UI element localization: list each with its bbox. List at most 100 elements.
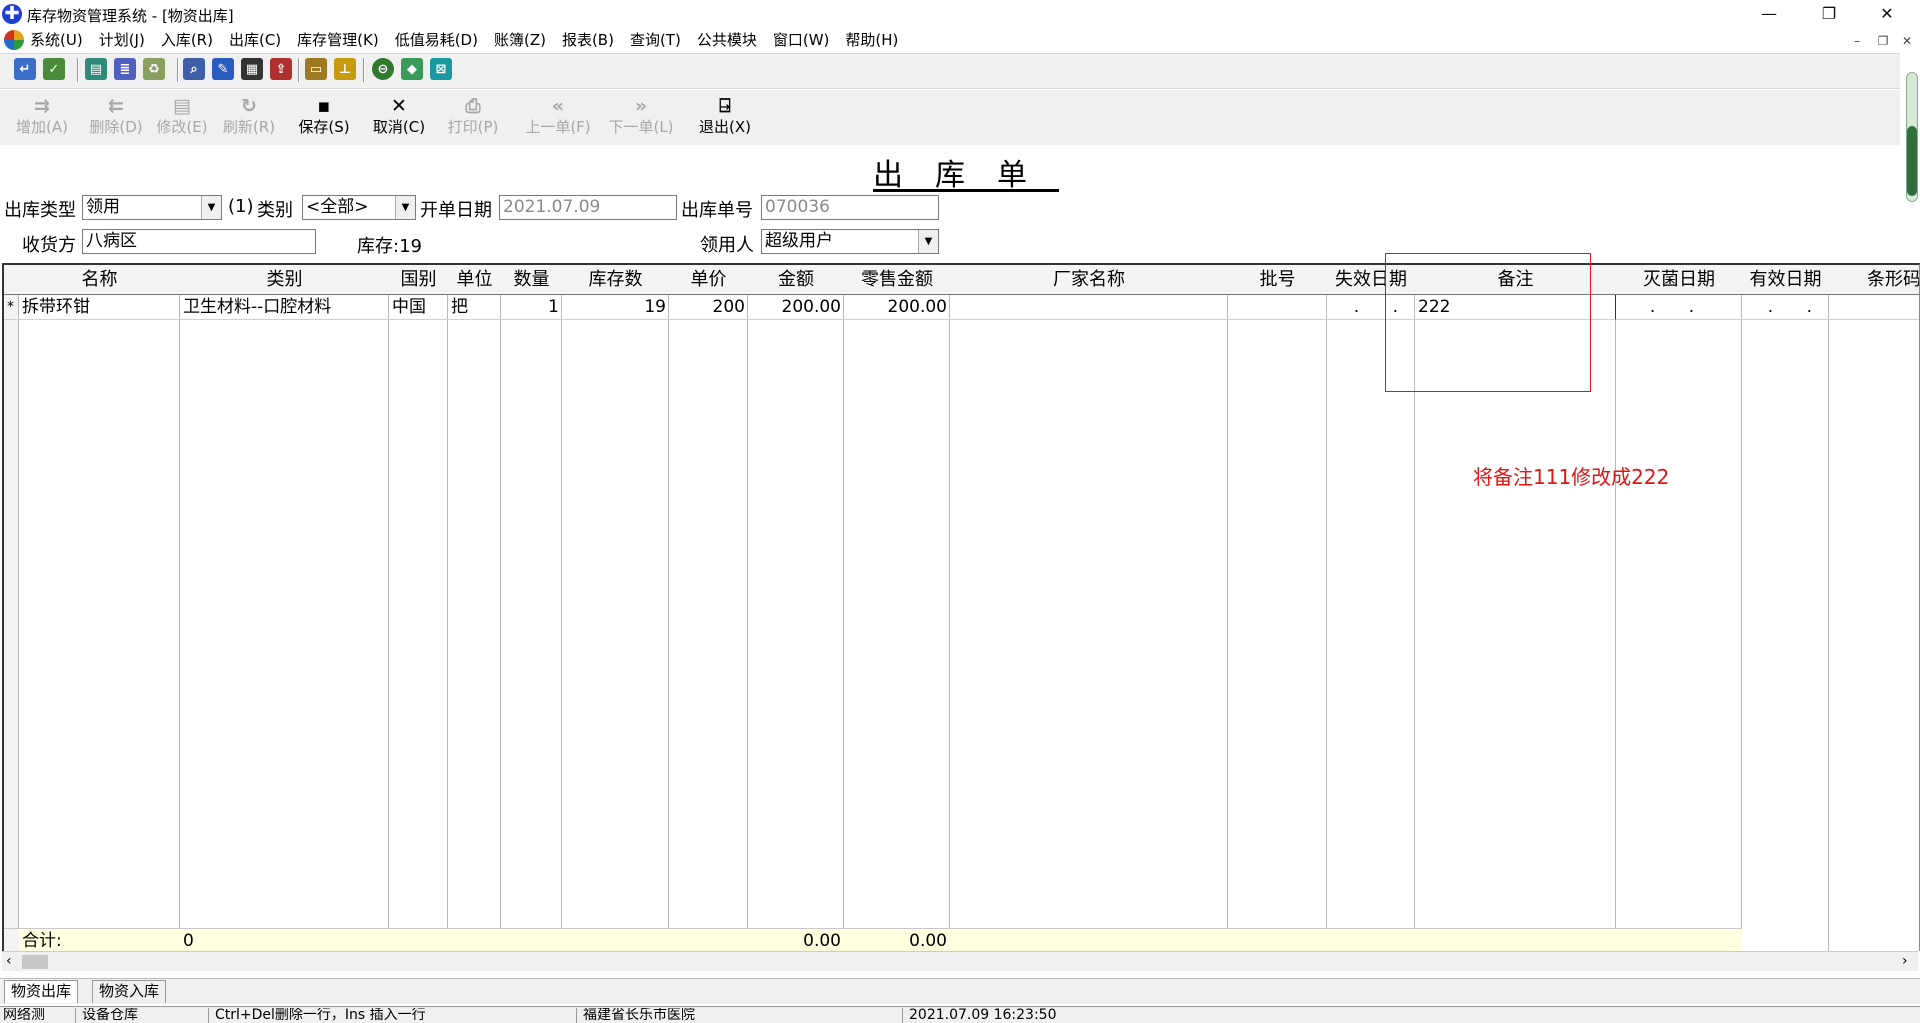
toolbar-separator bbox=[298, 58, 300, 82]
recycle-icon[interactable]: ♻ bbox=[143, 58, 165, 80]
add-button[interactable]: ⇉ 增加(A) bbox=[16, 96, 68, 142]
scanner-icon[interactable]: ▭ bbox=[305, 58, 327, 80]
menu-common[interactable]: 公共模块 bbox=[697, 30, 757, 50]
tab-stock-in[interactable]: 物资入库 bbox=[92, 980, 167, 1003]
close-button[interactable]: ✕ bbox=[1858, 0, 1916, 28]
window-tabs bbox=[0, 978, 1920, 1004]
cell-stock[interactable]: 19 bbox=[562, 295, 669, 320]
out-type-select[interactable]: 领用 ▼ bbox=[82, 195, 222, 220]
minimize-button[interactable]: — bbox=[1740, 0, 1798, 28]
document-icon[interactable]: ▤ bbox=[85, 58, 107, 80]
grid-icon[interactable]: ▦ bbox=[241, 58, 263, 80]
header-stock[interactable]: 库存数 bbox=[562, 265, 669, 295]
login-icon[interactable]: ↵ bbox=[14, 58, 36, 80]
header-price[interactable]: 单价 bbox=[669, 265, 748, 295]
search-icon[interactable]: ⌕ bbox=[183, 58, 205, 80]
header-name[interactable]: 名称 bbox=[19, 265, 180, 295]
edit-icon: ▤ bbox=[173, 95, 191, 117]
cell-sterile[interactable]: . . bbox=[1616, 295, 1742, 320]
cell-qty[interactable]: 1 bbox=[501, 295, 562, 320]
check-doc-icon[interactable]: ✓ bbox=[43, 58, 65, 80]
header-qty[interactable]: 数量 bbox=[501, 265, 562, 295]
scroll-thumb[interactable] bbox=[22, 955, 48, 969]
cell-unit[interactable]: 把 bbox=[448, 295, 501, 320]
calculator-icon[interactable]: ⊠ bbox=[430, 58, 452, 80]
menu-window[interactable]: 窗口(W) bbox=[773, 30, 830, 50]
row-marker: * bbox=[4, 295, 19, 320]
header-amount[interactable]: 金额 bbox=[748, 265, 844, 295]
edit-form-icon[interactable]: ✎ bbox=[212, 58, 234, 80]
column-batch bbox=[1228, 265, 1327, 951]
save-button[interactable]: ▪ 保存(S) bbox=[298, 96, 350, 142]
vertical-scrollbar[interactable] bbox=[1904, 72, 1920, 202]
header-category[interactable]: 类别 bbox=[180, 265, 389, 295]
cell-valid[interactable]: . . bbox=[1742, 295, 1829, 320]
user-select[interactable]: 超级用户 ▼ bbox=[761, 229, 939, 254]
icon-group-3: ⌕ ✎ ▦ ⇪ bbox=[183, 58, 292, 80]
dropdown-arrow-icon[interactable]: ▼ bbox=[395, 196, 415, 219]
prev-button[interactable]: «上一单(F) bbox=[524, 96, 592, 142]
order-no-field[interactable]: 070036 bbox=[761, 195, 939, 220]
menu-out[interactable]: 出库(C) bbox=[229, 30, 281, 50]
column-unit bbox=[448, 265, 501, 951]
scroll-thumb-vertical[interactable] bbox=[1907, 126, 1917, 196]
header-batch[interactable]: 批号 bbox=[1228, 265, 1327, 295]
cell-amount[interactable]: 200.00 bbox=[748, 295, 844, 320]
mdi-minimize-button[interactable]: – bbox=[1846, 32, 1868, 50]
print-button[interactable]: ⎙ 打印(P) bbox=[446, 96, 500, 142]
header-unit[interactable]: 单位 bbox=[448, 265, 501, 295]
cell-batch[interactable] bbox=[1228, 295, 1327, 320]
mdi-restore-button[interactable]: ❐ bbox=[1872, 32, 1894, 50]
menu-in[interactable]: 入库(R) bbox=[161, 30, 213, 50]
date-field[interactable]: 2021.07.09 bbox=[499, 195, 677, 220]
menu-system[interactable]: 系统(U) bbox=[30, 30, 83, 50]
header-sterile[interactable]: 灭菌日期 bbox=[1616, 265, 1742, 295]
exit-button[interactable]: ⍈ 退出(X) bbox=[698, 96, 752, 142]
menu-help[interactable]: 帮助(H) bbox=[845, 30, 898, 50]
data-grid[interactable]: 名称 类别 国别 单位 数量 库存数 单价 金额 零售金额 厂家名称 批号 失效… bbox=[2, 263, 1920, 951]
header-barcode[interactable]: 条形码 bbox=[1829, 265, 1919, 295]
menu-report[interactable]: 报表(B) bbox=[562, 30, 614, 50]
dropdown-arrow-icon[interactable]: ▼ bbox=[918, 230, 938, 253]
receiver-field[interactable]: 八病区 bbox=[82, 229, 316, 254]
category-select[interactable]: <全部> ▼ bbox=[302, 195, 416, 220]
stop-icon[interactable]: ⊖ bbox=[372, 58, 394, 80]
cell-name[interactable]: 拆带环钳 bbox=[19, 295, 180, 320]
cell-price[interactable]: 200 bbox=[669, 295, 748, 320]
next-button[interactable]: » 下一单(L) bbox=[607, 96, 675, 142]
thermometer-icon[interactable]: ⊥ bbox=[334, 58, 356, 80]
horizontal-scrollbar[interactable]: ‹ › bbox=[2, 951, 1918, 971]
edit-button[interactable]: ▤ 修改(E) bbox=[156, 96, 208, 142]
menu-plan[interactable]: 计划(J) bbox=[99, 30, 145, 50]
menu-ledger[interactable]: 账簿(Z) bbox=[494, 30, 546, 50]
cell-retail[interactable]: 200.00 bbox=[844, 295, 950, 320]
cancel-button[interactable]: ✕ 取消(C) bbox=[372, 96, 426, 142]
scroll-left-icon[interactable]: ‹ bbox=[6, 953, 12, 969]
header-retail[interactable]: 零售金额 bbox=[844, 265, 950, 295]
scroll-right-icon[interactable]: › bbox=[1902, 953, 1908, 969]
status-hint: Ctrl+Del删除一行，Ins 插入一行 bbox=[208, 1008, 576, 1023]
cell-vendor[interactable] bbox=[950, 295, 1228, 320]
mdi-close-button[interactable]: ✕ bbox=[1896, 32, 1918, 50]
header-country[interactable]: 国别 bbox=[389, 265, 448, 295]
category-value: <全部> bbox=[306, 197, 369, 217]
status-datetime: 2021.07.09 16:23:50 bbox=[902, 1008, 1920, 1023]
export-icon[interactable]: ⇪ bbox=[270, 58, 292, 80]
date-label: 开单日期 bbox=[420, 200, 492, 221]
tab-stock-out[interactable]: 物资出库 bbox=[4, 980, 79, 1003]
dropdown-arrow-icon[interactable]: ▼ bbox=[201, 196, 221, 219]
delete-button[interactable]: ⇇ 删除(D) bbox=[88, 96, 144, 142]
cell-category[interactable]: 卫生材料--口腔材料 bbox=[180, 295, 389, 320]
list-icon[interactable]: ≣ bbox=[114, 58, 136, 80]
cell-barcode[interactable] bbox=[1829, 295, 1919, 320]
menu-items: 系统(U) 计划(J) 入库(R) 出库(C) 库存管理(K) 低值易耗(D) … bbox=[30, 30, 914, 50]
money-icon[interactable]: ◆ bbox=[401, 58, 423, 80]
restore-button[interactable]: ❐ bbox=[1800, 0, 1858, 28]
refresh-button[interactable]: ↻ 刷新(R) bbox=[222, 96, 276, 142]
menu-stock[interactable]: 库存管理(K) bbox=[297, 30, 379, 50]
cell-country[interactable]: 中国 bbox=[389, 295, 448, 320]
header-valid[interactable]: 有效日期 bbox=[1742, 265, 1829, 295]
header-vendor[interactable]: 厂家名称 bbox=[950, 265, 1228, 295]
menu-query[interactable]: 查询(T) bbox=[630, 30, 681, 50]
menu-lowvalue[interactable]: 低值易耗(D) bbox=[395, 30, 478, 50]
